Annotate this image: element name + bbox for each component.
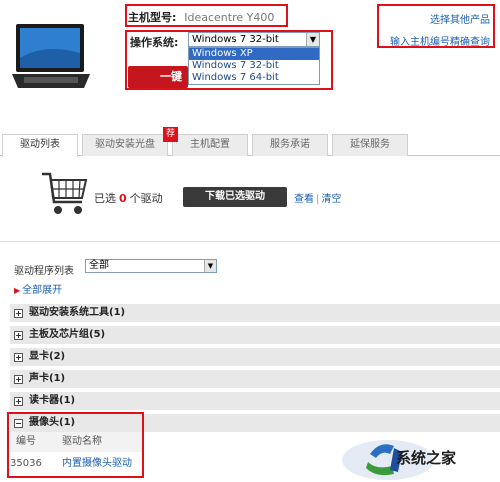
selected-suffix: 个驱动 bbox=[129, 192, 163, 205]
category-label: 声卡(1) bbox=[29, 373, 66, 384]
link-separator: | bbox=[316, 194, 320, 205]
os-option-xp[interactable]: Windows XP bbox=[189, 48, 319, 60]
section-divider bbox=[0, 241, 500, 242]
tab-host-config[interactable]: 主机配置 bbox=[172, 134, 248, 156]
driver-list-label: 驱动程序列表 bbox=[14, 266, 74, 277]
category-graphics[interactable]: + 显卡(2) bbox=[10, 348, 500, 366]
download-selected-button[interactable]: 下载已选驱动 bbox=[183, 187, 287, 207]
selected-prefix: 已选 bbox=[94, 192, 116, 205]
chevron-down-icon[interactable]: ▼ bbox=[204, 260, 216, 272]
tab-service[interactable]: 服务承诺 bbox=[252, 134, 328, 156]
clear-link[interactable]: 清空 bbox=[321, 194, 341, 205]
model-highlight-box bbox=[125, 4, 288, 27]
driver-list-select-value: 全部 bbox=[89, 260, 109, 271]
tab-driver-list[interactable]: 驱动列表 bbox=[2, 134, 78, 157]
tab-bar: 驱动列表 驱动安装光盘 主机配置 服务承诺 延保服务 bbox=[0, 134, 500, 157]
selected-count: 0 bbox=[119, 192, 127, 205]
camera-highlight-box bbox=[7, 412, 144, 478]
category-card-reader[interactable]: + 读卡器(1) bbox=[10, 392, 500, 410]
expand-plus-icon[interactable]: + bbox=[14, 353, 23, 362]
recommend-badge: 荐 bbox=[163, 127, 178, 142]
expand-plus-icon[interactable]: + bbox=[14, 331, 23, 340]
category-sound[interactable]: + 声卡(1) bbox=[10, 370, 500, 388]
expand-plus-icon[interactable]: + bbox=[14, 375, 23, 384]
os-option-win7-32[interactable]: Windows 7 32-bit bbox=[189, 60, 319, 72]
os-option-win7-64[interactable]: Windows 7 64-bit bbox=[189, 72, 319, 84]
expand-all-label: 全部展开 bbox=[22, 285, 63, 296]
expand-all-link[interactable]: ▶ 全部展开 bbox=[14, 281, 62, 296]
shopping-cart-icon bbox=[42, 172, 88, 214]
category-label: 显卡(2) bbox=[29, 351, 66, 362]
links-highlight-box bbox=[377, 4, 495, 48]
driver-list-select[interactable]: 全部 ▼ bbox=[85, 259, 217, 273]
product-laptop-image bbox=[12, 24, 90, 88]
category-label: 主板及芯片组(5) bbox=[29, 329, 106, 340]
category-install-tools[interactable]: + 驱动安装系统工具(1) bbox=[10, 304, 500, 322]
expand-plus-icon[interactable]: + bbox=[14, 397, 23, 406]
category-label: 驱动安装系统工具(1) bbox=[29, 307, 126, 318]
category-label: 读卡器(1) bbox=[29, 395, 76, 406]
triangle-right-icon: ▶ bbox=[14, 286, 21, 295]
expand-plus-icon[interactable]: + bbox=[14, 309, 23, 318]
tab-extended-warranty[interactable]: 延保服务 bbox=[332, 134, 408, 156]
watermark-text: 系统之家 bbox=[396, 449, 457, 467]
view-link[interactable]: 查看 bbox=[294, 194, 314, 205]
category-motherboard[interactable]: + 主板及芯片组(5) bbox=[10, 326, 500, 344]
tab-driver-disc[interactable]: 驱动安装光盘 bbox=[82, 134, 168, 156]
selected-count-text: 已选 0 个驱动 bbox=[94, 190, 163, 206]
os-dropdown-list: Windows XP Windows 7 32-bit Windows 7 64… bbox=[188, 47, 320, 85]
cart-links: 查看 | 清空 bbox=[294, 190, 341, 205]
